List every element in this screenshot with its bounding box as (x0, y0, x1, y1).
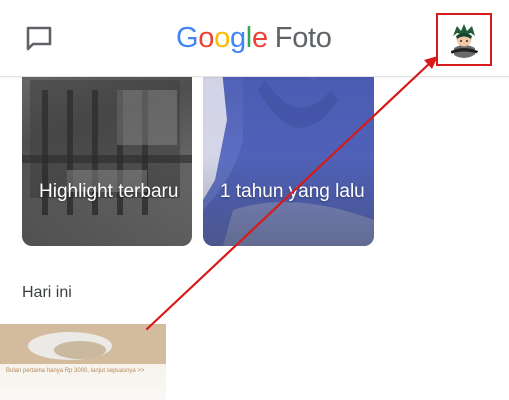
avatar-highlight-annotation (436, 13, 492, 66)
google-photos-logo: Google Foto (176, 18, 332, 58)
photos-screen: Google Foto Highlight terbaru 1 tahun ya… (0, 0, 509, 400)
app-header: Google Foto (0, 0, 509, 77)
logo-letter: e (251, 22, 268, 54)
memory-card-one-year-ago[interactable]: 1 tahun yang lalu (203, 60, 374, 246)
section-title-today: Hari ini (22, 284, 72, 301)
logo-letter: o (198, 22, 215, 54)
photo-thumbnail[interactable]: Bulan pertama hanya Rp 3000, lanjut sepu… (0, 324, 166, 400)
memory-card-label: 1 tahun yang lalu (220, 181, 365, 202)
logo-letter: g (229, 22, 246, 54)
memory-card-highlight[interactable]: Highlight terbaru (22, 60, 192, 246)
thumbnail-caption: Bulan pertama hanya Rp 3000, lanjut sepu… (6, 368, 145, 374)
thumbnail-image (0, 324, 166, 364)
message-icon[interactable] (22, 22, 56, 56)
logo-suffix: Foto (274, 22, 332, 54)
logo-letter: o (214, 22, 230, 54)
logo-letter: G (176, 22, 199, 54)
memory-card-label: Highlight terbaru (39, 181, 179, 202)
